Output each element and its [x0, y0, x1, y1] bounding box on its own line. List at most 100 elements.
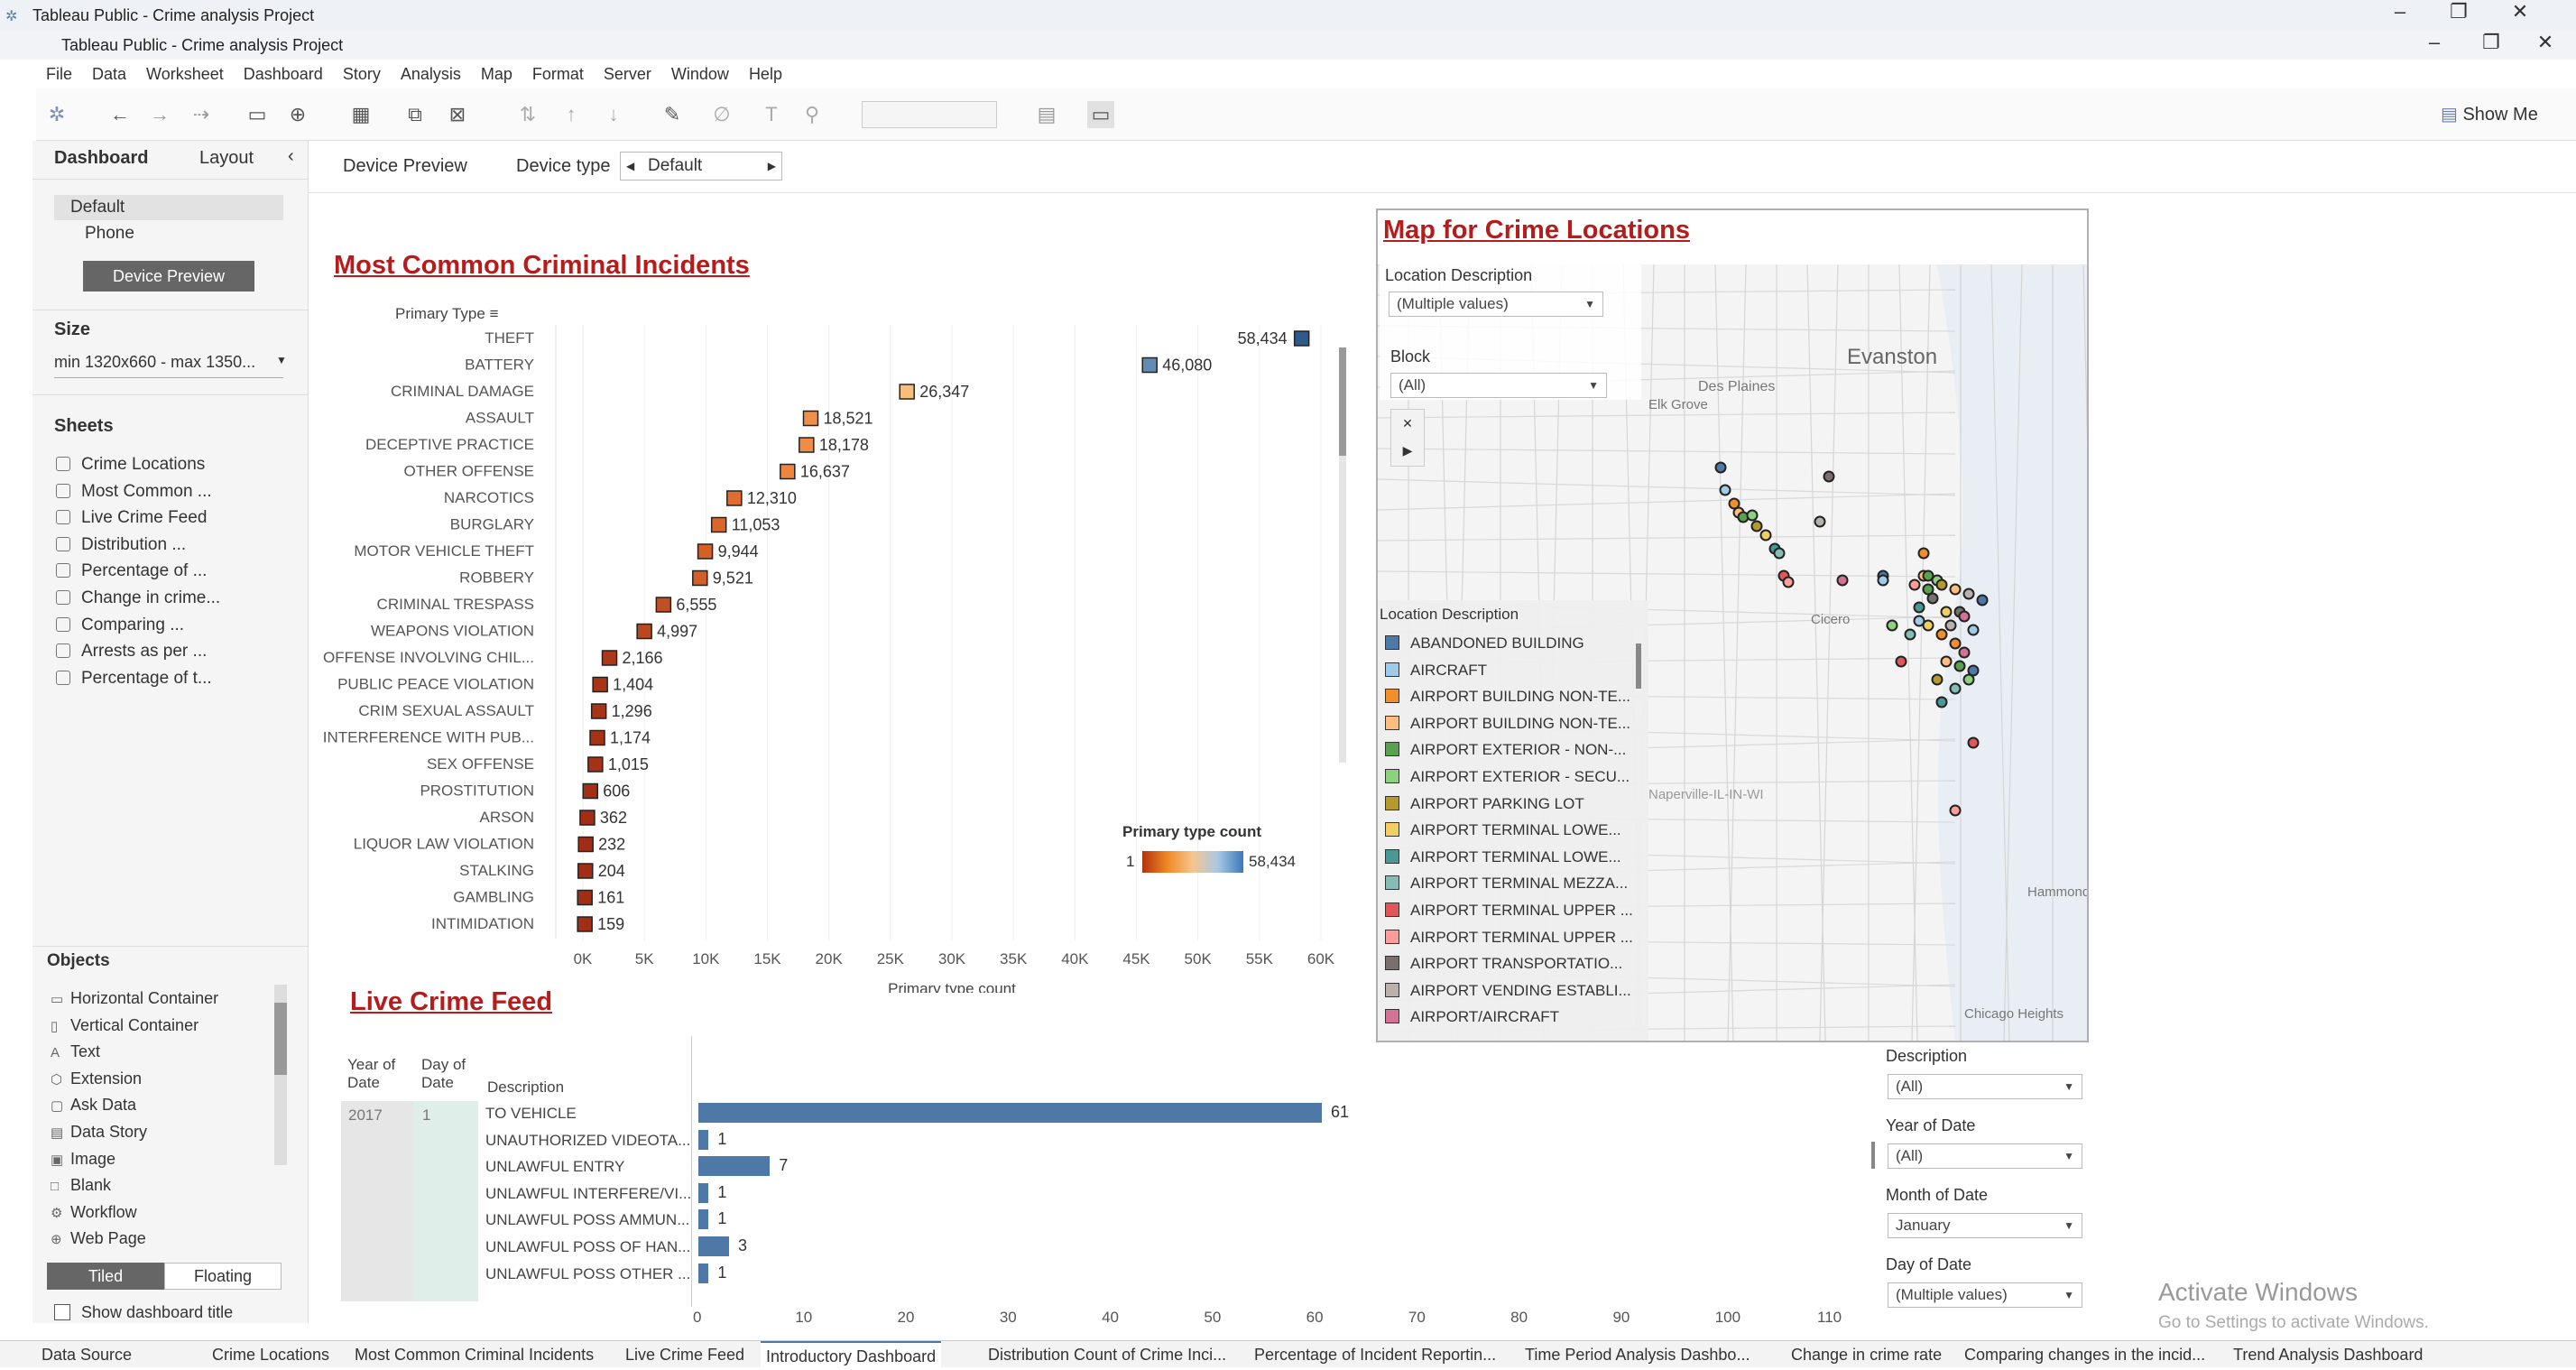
map-legend-item[interactable]: AIRPORT TERMINAL LOWE... [1385, 821, 1621, 839]
sheet-tab[interactable]: Crime Locations [212, 1341, 329, 1368]
crime-location-point[interactable] [1877, 574, 1889, 587]
feed-bar[interactable] [698, 1182, 709, 1203]
crime-location-point[interactable] [1935, 696, 1948, 708]
device-prev-icon[interactable]: ◀ [626, 153, 634, 180]
bar-mark[interactable] [577, 863, 594, 879]
map-legend-scrollbar[interactable] [1636, 643, 1641, 689]
crime-location-point[interactable] [1935, 628, 1948, 641]
bar-mark[interactable] [587, 756, 604, 773]
fit-dropdown[interactable] [862, 101, 997, 128]
crime-location-point[interactable] [1949, 637, 1962, 650]
bar-mark[interactable] [726, 490, 743, 506]
map-legend-item[interactable]: AIRPORT TERMINAL UPPER ... [1385, 902, 1633, 920]
collapse-icon[interactable]: ‹ [288, 146, 294, 167]
duplicate-icon[interactable]: ⧉ [402, 101, 429, 128]
labels-icon[interactable]: T [758, 101, 785, 128]
sort-descending-icon[interactable]: ↓ [600, 101, 627, 128]
bar-mark[interactable] [899, 384, 915, 400]
crime-location-point[interactable] [1714, 461, 1727, 474]
sheet-tab[interactable]: Distribution Count of Crime Inci... [988, 1341, 1226, 1368]
bar-mark[interactable] [799, 437, 815, 453]
sheet-item[interactable]: Distribution ... [56, 535, 186, 555]
sheet-item[interactable]: Live Crime Feed [56, 508, 207, 528]
crime-location-point[interactable] [1967, 624, 1980, 636]
layout-tab[interactable]: Layout [199, 148, 254, 169]
map-expand-icon[interactable]: ▶ [1391, 437, 1424, 464]
crime-location-point[interactable] [1922, 569, 1934, 582]
floating-button[interactable]: Floating [164, 1263, 282, 1290]
crime-location-point[interactable] [1949, 583, 1962, 596]
filter-select[interactable]: (All) ▼ [1888, 1143, 2082, 1169]
crime-location-point[interactable] [1958, 646, 1971, 659]
menu-story[interactable]: Story [333, 60, 391, 88]
map-tools[interactable]: ✕ ▶ [1390, 409, 1425, 467]
pin-icon[interactable]: ⚲ [799, 101, 826, 128]
menu-dashboard[interactable]: Dashboard [234, 60, 333, 88]
crime-location-point[interactable] [1940, 655, 1953, 668]
crime-location-point[interactable] [1967, 736, 1980, 749]
size-dropdown-arrow-icon[interactable]: ▼ [276, 354, 287, 366]
crime-location-point[interactable] [1782, 576, 1795, 588]
crime-location-point[interactable] [1917, 547, 1930, 560]
menu-worksheet[interactable]: Worksheet [136, 60, 234, 88]
crime-location-point[interactable] [1962, 588, 1975, 600]
menu-analysis[interactable]: Analysis [391, 60, 471, 88]
crime-location-point[interactable] [1823, 470, 1835, 483]
sheet-item[interactable]: Arrests as per ... [56, 642, 207, 662]
crime-location-point[interactable] [1886, 619, 1898, 632]
crime-location-point[interactable] [1944, 619, 1957, 632]
map-legend-item[interactable]: AIRPORT TERMINAL UPPER ... [1385, 929, 1633, 947]
menu-server[interactable]: Server [594, 60, 661, 88]
crime-location-point[interactable] [1931, 673, 1944, 686]
new-data-source-icon[interactable]: ⊕ [284, 101, 311, 128]
device-default[interactable]: Default [70, 198, 125, 218]
crime-location-point[interactable] [1967, 664, 1980, 677]
group-icon[interactable]: ∅ [708, 101, 735, 128]
crime-location-point[interactable] [1719, 484, 1731, 496]
sheet-item[interactable]: Percentage of t... [56, 669, 212, 689]
object-item[interactable]: ⚙ Workflow [51, 1203, 137, 1222]
crime-location-point[interactable] [1773, 547, 1786, 560]
crime-location-point[interactable] [1949, 804, 1962, 817]
sheet-tab[interactable]: Live Crime Feed [625, 1341, 744, 1368]
crime-location-point[interactable] [1746, 509, 1759, 522]
map-legend-item[interactable]: AIRPORT TRANSPORTATIO... [1385, 955, 1622, 973]
feed-bar[interactable] [698, 1156, 771, 1177]
object-item[interactable]: ⊕ Web Page [51, 1229, 146, 1248]
inner-minimize-icon[interactable]: – [2421, 31, 2448, 54]
bar-mark[interactable] [697, 543, 714, 560]
bar-mark[interactable] [692, 569, 708, 587]
minimize-icon[interactable]: – [2387, 0, 2414, 23]
objects-scrollbar[interactable] [274, 985, 287, 1165]
sheet-tab[interactable]: Change in crime rate [1791, 1341, 1942, 1368]
crime-location-point[interactable] [1940, 606, 1953, 618]
bar-mark[interactable] [601, 650, 618, 666]
map-legend-item[interactable]: AIRPORT EXTERIOR - NON-... [1385, 741, 1626, 759]
sheet-tab[interactable]: Comparing changes in the incid... [1964, 1341, 2205, 1368]
crime-location-point[interactable] [1913, 615, 1925, 627]
sheet-item[interactable]: Change in crime... [56, 588, 220, 608]
crime-location-point[interactable] [1926, 592, 1939, 605]
crime-location-point[interactable] [1904, 628, 1916, 641]
filter-select[interactable]: January ▼ [1888, 1213, 2082, 1238]
device-type-select[interactable]: ◀ Default ▶ [620, 152, 782, 181]
crime-location-point[interactable] [1895, 655, 1907, 668]
crime-location-point[interactable] [1976, 594, 1989, 606]
inner-restore-icon[interactable]: ❐ [2478, 31, 2505, 54]
sort-ascending-icon[interactable]: ↑ [558, 101, 585, 128]
filter-select[interactable]: (Multiple values) ▼ [1888, 1282, 2082, 1308]
dashboard-tab[interactable]: Dashboard [54, 148, 148, 169]
map-legend-item[interactable]: AIRPORT TERMINAL MEZZA... [1385, 875, 1628, 893]
sheet-item[interactable]: Percentage of ... [56, 561, 207, 581]
map-filter2-select[interactable]: (All) ▼ [1390, 373, 1607, 398]
clear-sheet-icon[interactable]: ⊠ [444, 101, 471, 128]
presentation-mode-icon[interactable]: ▭ [1087, 101, 1114, 128]
swap-icon[interactable]: ⇅ [514, 101, 541, 128]
bar-mark[interactable] [589, 729, 605, 746]
map-filter1-select[interactable]: (Multiple values) ▼ [1389, 292, 1603, 317]
show-title-checkbox[interactable] [54, 1304, 70, 1320]
menu-map[interactable]: Map [471, 60, 522, 88]
bar-mark[interactable] [577, 916, 593, 932]
bar-mark[interactable] [577, 836, 594, 853]
undo-icon[interactable]: ← [106, 101, 134, 128]
